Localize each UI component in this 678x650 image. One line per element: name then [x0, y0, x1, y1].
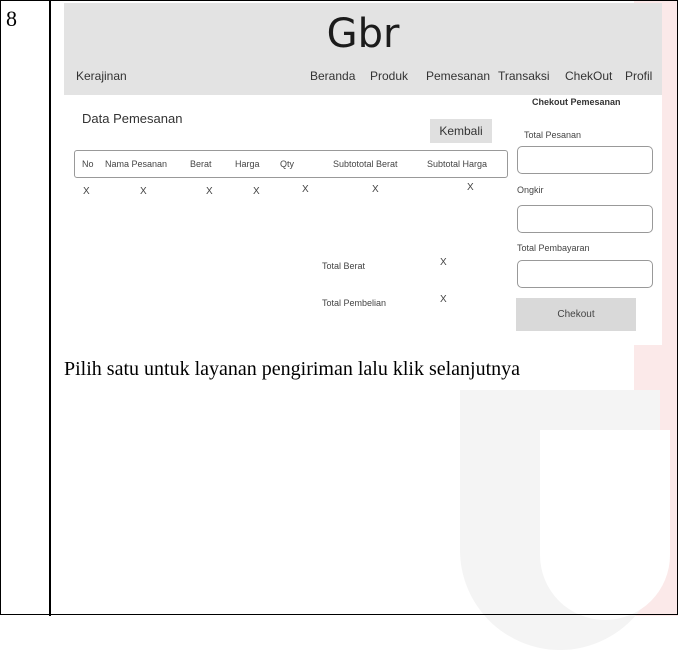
nav-profil[interactable]: Profil	[625, 69, 652, 83]
cell-subtotal-harga: X	[467, 182, 474, 193]
total-pembayaran-field[interactable]	[517, 260, 653, 288]
panel-title: Data Pemesanan	[82, 111, 183, 126]
total-pesanan-label: Total Pesanan	[524, 130, 582, 140]
ongkir-label: Ongkir	[517, 185, 544, 195]
col-berat: Berat	[190, 159, 212, 169]
cell-nama-pesanan: X	[140, 186, 147, 197]
col-harga: Harga	[235, 159, 260, 169]
col-subtotal-harga: Subtotal Harga	[427, 159, 488, 169]
col-nama-pesanan: Nama Pesanan	[105, 159, 168, 169]
total-pembayaran-label: Total Pembayaran	[517, 243, 590, 253]
nav-pemesanan[interactable]: Pemesanan	[426, 69, 490, 83]
ui-screenshot: Gbr Kerajinan Beranda Produk Pemesanan T…	[64, 3, 662, 345]
row-number: 8	[6, 6, 17, 31]
nav-checkout[interactable]: ChekOut	[565, 69, 612, 83]
col-subtotal-berat: Subtototal Berat	[333, 159, 398, 169]
cell-qty: X	[302, 184, 309, 195]
logo-text: Gbr	[326, 11, 400, 57]
ongkir-field[interactable]	[517, 205, 653, 233]
brand-label[interactable]: Kerajinan	[76, 69, 127, 83]
checkout-title: Chekout Pemesanan	[532, 97, 621, 107]
back-button[interactable]: Kembali	[430, 119, 492, 143]
table-column-divider	[49, 0, 51, 616]
total-pembelian-label: Total Pembelian	[322, 298, 387, 308]
cell-harga: X	[253, 186, 260, 197]
total-pesanan-field[interactable]	[517, 146, 653, 174]
cell-no: X	[83, 186, 90, 197]
header-bar: Gbr Kerajinan Beranda Produk Pemesanan T…	[64, 3, 662, 95]
cell-berat: X	[206, 186, 213, 197]
nav-beranda[interactable]: Beranda	[310, 69, 355, 83]
total-berat-value: X	[440, 257, 447, 268]
col-no: No	[82, 159, 94, 169]
cell-subtotal-berat: X	[372, 184, 379, 195]
nav-produk[interactable]: Produk	[370, 69, 408, 83]
nav-transaksi[interactable]: Transaksi	[498, 69, 550, 83]
caption-text: Pilih satu untuk layanan pengiriman lalu…	[64, 358, 521, 380]
checkout-button[interactable]: Chekout	[516, 298, 636, 331]
table-header: No Nama Pesanan Berat Harga Qty Subtotot…	[74, 150, 508, 178]
table-top-border	[0, 0, 678, 1]
col-qty: Qty	[280, 159, 295, 169]
total-pembelian-value: X	[440, 294, 447, 305]
total-berat-label: Total Berat	[322, 261, 366, 271]
